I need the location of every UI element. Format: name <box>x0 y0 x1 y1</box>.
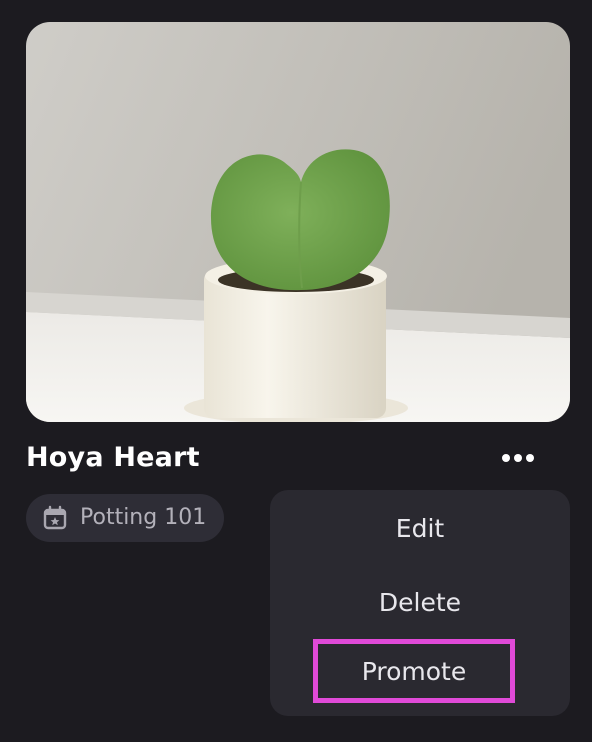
plant-photo[interactable] <box>26 22 570 422</box>
calendar-star-icon <box>43 505 67 530</box>
options-menu: Edit Delete Promote <box>270 490 570 716</box>
collection-tag[interactable]: Potting 101 <box>26 494 225 542</box>
menu-item-promote[interactable]: Promote <box>313 639 515 703</box>
more-horizontal-icon <box>502 454 534 462</box>
plant-photo-illustration <box>26 22 570 422</box>
collection-tag-label: Potting 101 <box>80 505 207 530</box>
plant-card-screen: Hoya Heart Potting 101 Edit Delete Promo… <box>0 0 592 742</box>
menu-item-edit[interactable]: Edit <box>270 495 570 561</box>
menu-item-delete[interactable]: Delete <box>270 569 570 635</box>
plant-title: Hoya Heart <box>26 442 200 473</box>
more-options-button[interactable] <box>494 442 542 474</box>
